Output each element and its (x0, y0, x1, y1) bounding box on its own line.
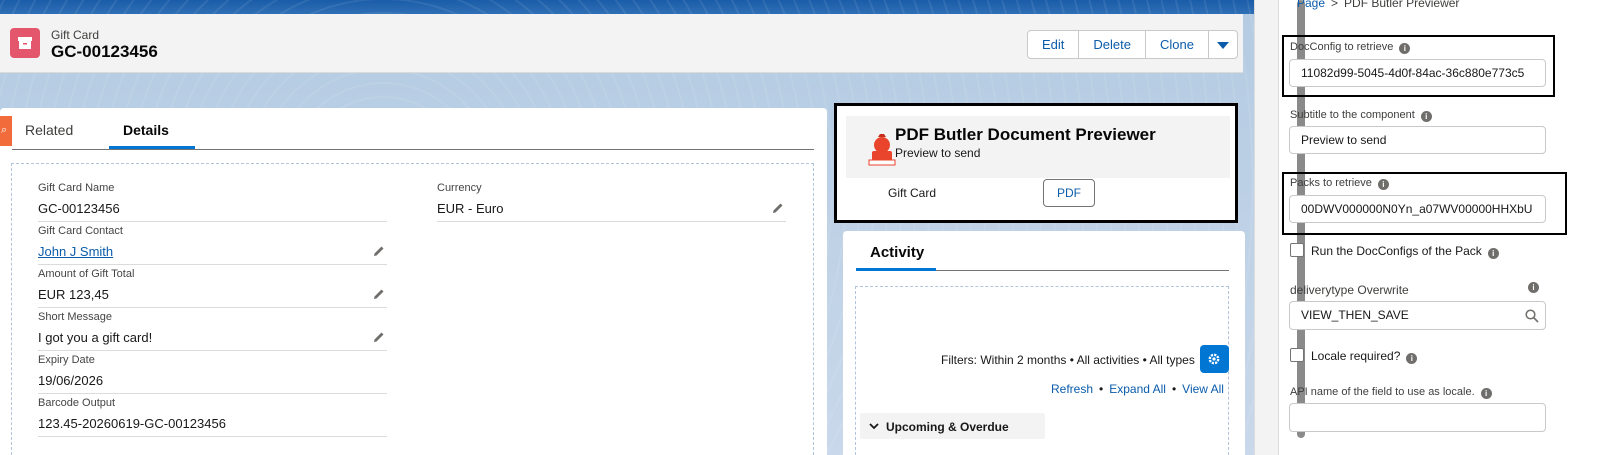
api-locale-label: API name of the field to use as locale. i (1290, 386, 1492, 399)
pdf-butler-subtitle: Preview to send (895, 146, 981, 160)
field-short-message: Short Message I got you a gift card! (38, 311, 387, 351)
separator: • (1171, 382, 1177, 396)
breadcrumb-page-link[interactable]: Page (1297, 0, 1325, 10)
pencil-icon[interactable] (373, 288, 385, 300)
refresh-link[interactable]: Refresh (1051, 382, 1093, 396)
field-label: Expiry Date (38, 354, 95, 366)
docconfig-label: DocConfig to retrieve i (1290, 41, 1411, 54)
search-icon[interactable] (1525, 309, 1539, 323)
field-label: Gift Card Name (38, 182, 115, 194)
field-value: I got you a gift card! (38, 330, 153, 345)
pencil-icon[interactable] (373, 331, 385, 343)
more-actions-button[interactable] (1209, 31, 1237, 58)
tab-details[interactable]: Details (123, 122, 169, 138)
activity-links: Refresh • Expand All • View All (1051, 382, 1224, 396)
info-icon[interactable]: i (1399, 43, 1411, 54)
pdf-butler-card (834, 103, 1238, 223)
filter-settings-button[interactable] (1200, 345, 1229, 373)
field-expiry-date: Expiry Date 19/06/2026 (38, 354, 387, 394)
field-value: EUR 123,45 (38, 287, 109, 302)
breadcrumb-current: PDF Butler Previewer (1344, 0, 1460, 10)
field-value: EUR - Euro (437, 201, 504, 216)
view-all-link[interactable]: View All (1182, 382, 1224, 396)
packs-label: Packs to retrieve i (1290, 177, 1389, 190)
field-barcode-output: Barcode Output 123.45-20260619-GC-001234… (38, 397, 387, 437)
active-tab-indicator (109, 146, 195, 149)
pdf-butler-logo-icon (868, 134, 896, 166)
breadcrumb: Page > PDF Butler Previewer (1297, 0, 1459, 10)
section-title: Upcoming & Overdue (886, 420, 1009, 434)
edit-button[interactable]: Edit (1028, 31, 1080, 58)
pdf-butler-title: PDF Butler Document Previewer (895, 125, 1156, 144)
chevron-down-icon (1216, 42, 1229, 49)
upcoming-overdue-section[interactable]: Upcoming & Overdue (860, 413, 1045, 439)
info-icon[interactable]: i (1420, 111, 1432, 122)
field-currency: Currency EUR - Euro (437, 182, 786, 222)
info-icon[interactable]: i (1406, 353, 1418, 364)
info-icon[interactable]: i (1528, 282, 1539, 293)
page-scroll-gutter (1254, 0, 1278, 455)
field-label: Currency (437, 182, 482, 194)
record-actions: Edit Delete Clone (1027, 30, 1238, 59)
field-label: Gift Card Contact (38, 225, 123, 237)
gear-icon (1208, 353, 1220, 365)
separator: • (1099, 382, 1104, 396)
record-header: Gift Card GC-00123456 Edit Delete Clone (0, 14, 1243, 73)
field-value: GC-00123456 (38, 201, 120, 216)
pencil-icon[interactable] (373, 245, 385, 257)
clone-button[interactable]: Clone (1145, 31, 1209, 58)
packs-input[interactable]: 00DWV000000N0Yn_a07WV00000HHXbU (1289, 195, 1546, 223)
subtitle-label: Subtitle to the component i (1290, 109, 1432, 122)
field-label: Barcode Output (38, 397, 116, 409)
pdf-row-label: Gift Card (888, 186, 937, 200)
activity-filters: Filters: Within 2 months • All activitie… (941, 353, 1195, 367)
search-tab-handle[interactable]: ⌕ (0, 116, 12, 146)
fields-section: Gift Card Name GC-00123456 Currency EUR … (11, 163, 814, 455)
info-icon[interactable]: i (1377, 179, 1389, 190)
info-icon[interactable]: i (1480, 388, 1492, 399)
subtitle-input[interactable]: Preview to send (1289, 126, 1546, 154)
delivery-label: deliverytype Overwrite (1290, 283, 1409, 297)
locale-required-label: Locale required? i (1311, 349, 1418, 364)
record-title: GC-00123456 (51, 42, 158, 61)
tab-related[interactable]: Related (25, 122, 73, 138)
gift-card-icon (10, 28, 40, 58)
record-type-label: Gift Card (51, 28, 100, 42)
field-value: 123.45-20260619-GC-00123456 (38, 416, 226, 431)
record-tabs: Related Details (12, 108, 814, 150)
locale-required-checkbox[interactable] (1290, 348, 1304, 362)
search-icon: ⌕ (1, 124, 8, 136)
info-icon[interactable]: i (1487, 248, 1499, 259)
field-gift-card-contact: Gift Card Contact John J Smith (38, 225, 387, 265)
field-label: Amount of Gift Total (38, 268, 135, 280)
field-value: 19/06/2026 (38, 373, 104, 388)
tab-activity[interactable]: Activity (870, 244, 924, 261)
contact-link[interactable]: John J Smith (38, 244, 113, 259)
pdf-button[interactable]: PDF (1043, 179, 1095, 207)
field-gift-card-name: Gift Card Name GC-00123456 (38, 182, 387, 222)
pencil-icon[interactable] (772, 202, 784, 214)
run-pack-label: Run the DocConfigs of the Pack i (1311, 244, 1499, 259)
delete-button[interactable]: Delete (1079, 31, 1146, 58)
api-locale-input[interactable] (1289, 403, 1546, 432)
field-label: Short Message (38, 311, 112, 323)
run-pack-checkbox[interactable] (1290, 243, 1304, 257)
breadcrumb-separator: > (1331, 0, 1339, 10)
active-tab-indicator (856, 268, 936, 271)
docconfig-input[interactable]: 11082d99-5045-4d0f-84ac-36c880e773c5 (1289, 59, 1546, 87)
expand-all-link[interactable]: Expand All (1109, 382, 1166, 396)
delivery-type-input[interactable]: VIEW_THEN_SAVE (1289, 301, 1546, 330)
chevron-down-icon (869, 423, 879, 430)
field-amount: Amount of Gift Total EUR 123,45 (38, 268, 387, 308)
